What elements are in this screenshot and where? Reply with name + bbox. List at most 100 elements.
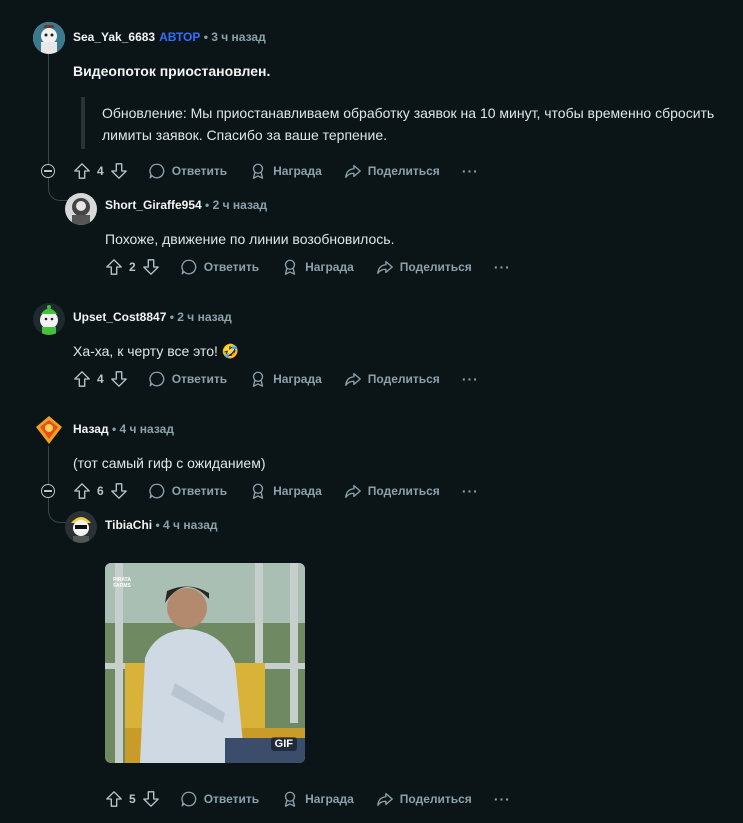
comment-actions: 4 Ответить Награда Поделиться ···	[73, 159, 501, 183]
collapse-icon[interactable]	[41, 484, 55, 498]
downvote-icon[interactable]	[110, 482, 128, 500]
award-icon	[249, 370, 267, 388]
more-icon: ···	[493, 259, 511, 275]
collapse-icon[interactable]	[41, 164, 55, 178]
vote-count: 6	[97, 484, 104, 498]
share-label: Поделиться	[399, 792, 472, 806]
share-button[interactable]: Поделиться	[376, 790, 472, 808]
comment-text: Похоже, движение по линии возобновилось.	[105, 231, 395, 247]
gif-watermark: PIRATA FARMS	[113, 577, 131, 589]
username[interactable]: Sea_Yak_6683	[73, 30, 155, 44]
reply-button[interactable]: Ответить	[148, 482, 227, 500]
share-button[interactable]: Поделиться	[344, 482, 440, 500]
reply-label: Ответить	[171, 372, 228, 386]
avatar-image	[65, 511, 97, 543]
avatar-image	[33, 303, 65, 335]
share-button[interactable]: Поделиться	[376, 258, 472, 276]
more-button[interactable]: ···	[494, 259, 511, 275]
award-icon	[249, 162, 267, 180]
separator: •	[169, 310, 174, 324]
avatar[interactable]	[65, 193, 97, 225]
more-icon: ···	[461, 483, 479, 499]
share-button[interactable]: Поделиться	[344, 162, 440, 180]
award-label: Награда	[273, 164, 322, 178]
separator: •	[155, 518, 160, 532]
comment-header: Sea_Yak_6683 АВТОР • 3 ч назад	[73, 30, 266, 44]
upvote-icon[interactable]	[105, 258, 123, 276]
share-button[interactable]: Поделиться	[344, 370, 440, 388]
comment-header: Upset_Cost8847 • 2 ч назад	[73, 310, 232, 324]
username[interactable]: Short_Giraffe954	[105, 198, 202, 212]
award-button[interactable]: Награда	[281, 790, 354, 808]
downvote-icon[interactable]	[110, 162, 128, 180]
separator: •	[203, 30, 208, 44]
award-icon	[249, 482, 267, 500]
upvote-icon[interactable]	[73, 370, 91, 388]
comment-icon	[148, 162, 166, 180]
thread-line	[48, 54, 49, 166]
more-button[interactable]: ···	[462, 163, 479, 179]
more-button[interactable]: ···	[462, 371, 479, 387]
thread-connector	[48, 178, 69, 201]
reply-button[interactable]: Ответить	[180, 790, 259, 808]
reply-button[interactable]: Ответить	[180, 258, 259, 276]
gif-scene	[105, 563, 305, 763]
timestamp[interactable]: 4 ч назад	[163, 518, 217, 532]
award-button[interactable]: Награда	[281, 258, 354, 276]
share-icon	[344, 482, 362, 500]
upvote-icon[interactable]	[73, 482, 91, 500]
reply-label: Ответить	[171, 164, 228, 178]
gif-image[interactable]: PIRATA FARMS GIF	[105, 563, 305, 763]
comment-actions: 4 Ответить Награда Поделиться ···	[73, 367, 501, 391]
reply-label: Ответить	[203, 260, 260, 274]
blockquote-bar	[81, 97, 85, 149]
username[interactable]: Назад	[73, 422, 109, 436]
avatar[interactable]	[33, 22, 65, 54]
timestamp[interactable]: 2 ч назад	[213, 198, 267, 212]
vote-group: 6	[73, 482, 128, 500]
timestamp[interactable]: 2 ч назад	[177, 310, 231, 324]
separator: •	[205, 198, 210, 212]
vote-count: 2	[129, 260, 136, 274]
downvote-icon[interactable]	[142, 258, 160, 276]
avatar[interactable]	[33, 303, 65, 335]
comment-header: Short_Giraffe954 • 2 ч назад	[105, 198, 267, 212]
vote-count: 4	[97, 372, 104, 386]
share-label: Поделиться	[367, 372, 440, 386]
vote-group: 5	[105, 790, 160, 808]
comment-text: (тот самый гиф с ожиданием)	[73, 455, 266, 471]
avatar[interactable]	[33, 414, 65, 446]
comment-icon	[148, 482, 166, 500]
username[interactable]: TibiaChi	[105, 518, 152, 532]
award-label: Награда	[273, 372, 322, 386]
more-button[interactable]: ···	[462, 483, 479, 499]
more-icon: ···	[461, 163, 479, 179]
award-button[interactable]: Награда	[249, 482, 322, 500]
share-label: Поделиться	[367, 164, 440, 178]
upvote-icon[interactable]	[73, 162, 91, 180]
comment-body: Ха-ха, к черту все это! 🤣	[73, 340, 239, 362]
avatar[interactable]	[65, 511, 97, 543]
comment-actions: 5 Ответить Награда Поделиться ···	[105, 787, 533, 811]
username[interactable]: Upset_Cost8847	[73, 310, 166, 324]
more-icon: ···	[461, 371, 479, 387]
comment-text: Ха-ха, к черту все это!	[73, 343, 218, 359]
downvote-icon[interactable]	[110, 370, 128, 388]
award-button[interactable]: Награда	[249, 370, 322, 388]
vote-group: 2	[105, 258, 160, 276]
downvote-icon[interactable]	[142, 790, 160, 808]
share-label: Поделиться	[367, 484, 440, 498]
upvote-icon[interactable]	[105, 790, 123, 808]
award-icon	[281, 790, 299, 808]
separator: •	[111, 422, 117, 436]
more-icon: ···	[493, 791, 511, 807]
reply-button[interactable]: Ответить	[148, 370, 227, 388]
award-icon	[281, 258, 299, 276]
timestamp[interactable]: 4 ч назад	[119, 422, 173, 436]
more-button[interactable]: ···	[494, 791, 511, 807]
timestamp[interactable]: 3 ч назад	[211, 30, 265, 44]
award-label: Награда	[273, 484, 322, 498]
comment-actions: 2 Ответить Награда Поделиться ···	[105, 255, 533, 279]
reply-button[interactable]: Ответить	[148, 162, 227, 180]
award-button[interactable]: Награда	[249, 162, 322, 180]
